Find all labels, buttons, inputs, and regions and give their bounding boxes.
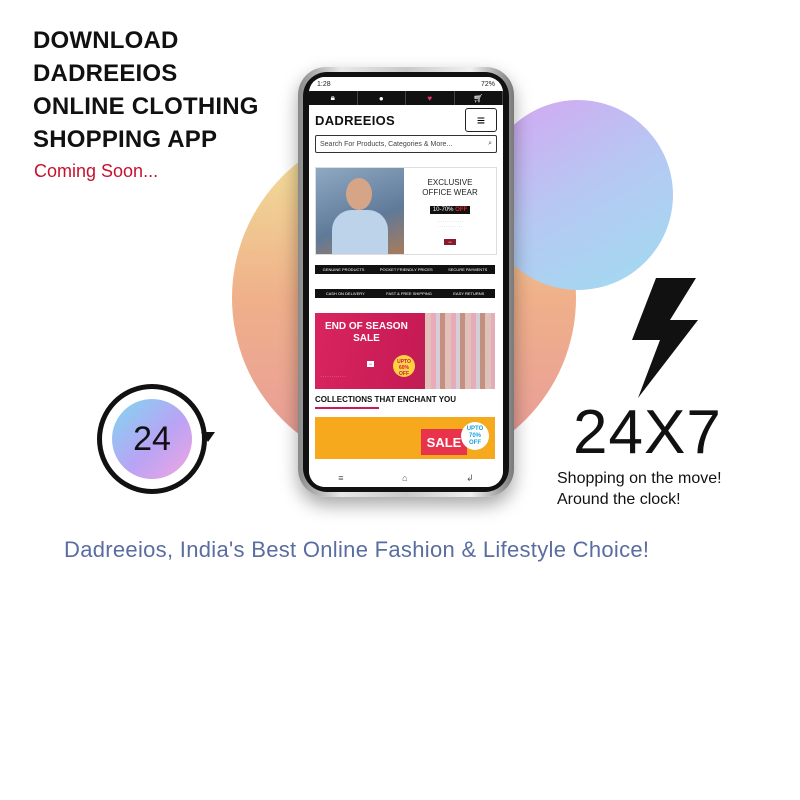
model-image bbox=[316, 168, 404, 254]
features-strip-1: GENUINE PRODUCTS POCKET FRIENDLY PRICES … bbox=[315, 265, 495, 274]
top-icon-bar: 🔒︎ ● ♥ 🛒︎ bbox=[309, 91, 503, 105]
headline-line: DADREEIOS bbox=[33, 60, 178, 87]
sale-banner[interactable]: SALE UPTO 70% OFF bbox=[315, 417, 495, 459]
badge-number: 24 bbox=[112, 399, 192, 479]
feature-label: SECURE PAYMENTS bbox=[448, 267, 488, 272]
headline-line: ONLINE CLOTHING bbox=[33, 93, 259, 120]
24x7-text: 24X7 bbox=[573, 398, 722, 467]
menu-icon[interactable]: ≡ bbox=[465, 108, 497, 132]
home-icon[interactable]: ⌂ bbox=[402, 473, 407, 483]
search-icon[interactable]: ⌕ bbox=[488, 140, 492, 148]
tagline: Dadreeios, India's Best Online Fashion &… bbox=[64, 537, 650, 562]
banner-title-line: OFFICE WEAR bbox=[422, 188, 478, 197]
coming-soon-text: Coming Soon... bbox=[34, 161, 159, 181]
promo-line: Shopping on the move! bbox=[557, 470, 722, 487]
banner-title-line: EXCLUSIVE bbox=[427, 178, 473, 187]
feature-label: EASY RETURNS bbox=[453, 291, 485, 296]
offer-badge: 10-70% OFF bbox=[429, 206, 471, 214]
phone-mockup: 1:28 72% 🔒︎ ● ♥ 🛒︎ DADREEIOS ≡ Search Fo… bbox=[298, 67, 514, 497]
user-icon[interactable]: ● bbox=[358, 91, 406, 105]
discount-badge: UPTO 60% OFF bbox=[393, 355, 415, 377]
office-wear-banner[interactable]: EXCLUSIVE OFFICE WEAR 10-70% OFF · · · ·… bbox=[315, 167, 497, 255]
brand-logo[interactable]: DADREEIOS bbox=[315, 113, 395, 128]
24-hours-badge: 24 bbox=[97, 384, 215, 502]
feature-label: CASH ON DELIVERY bbox=[325, 291, 365, 296]
headline: DOWNLOAD DADREEIOS ONLINE CLOTHING SHOPP… bbox=[33, 24, 259, 156]
headline-line: SHOPPING APP bbox=[33, 126, 218, 153]
status-battery: 72% bbox=[480, 80, 495, 88]
fine-print: · · · · · · · · · · · · bbox=[321, 375, 346, 379]
fine-print: · · · · · · · · · · · · · · · · · · · · ·… bbox=[436, 220, 464, 229]
end-of-season-banner[interactable]: END OF SEASON SALE ••• UPTO 60% OFF · · … bbox=[315, 313, 495, 389]
back-icon[interactable]: ↲ bbox=[466, 473, 474, 484]
shop-now-button[interactable]: ••• bbox=[444, 239, 456, 245]
feature-label: GENUINE PRODUCTS bbox=[322, 267, 365, 272]
feature-label: FAST & FREE SHIPPING bbox=[386, 291, 432, 296]
features-strip-2: CASH ON DELIVERY FAST & FREE SHIPPING EA… bbox=[315, 289, 495, 298]
clothes-rack-image bbox=[425, 313, 495, 389]
clock-arrow-icon bbox=[201, 432, 215, 442]
status-time: 1:28 bbox=[317, 80, 331, 88]
heading-underline bbox=[315, 407, 379, 409]
headline-line: DOWNLOAD bbox=[33, 27, 179, 54]
office-wear-text: EXCLUSIVE OFFICE WEAR 10-70% OFF · · · ·… bbox=[404, 168, 496, 254]
recent-apps-icon[interactable]: ≡ bbox=[338, 473, 343, 483]
promo-line: Around the clock! bbox=[557, 491, 681, 508]
cart-icon[interactable]: 🛒︎ bbox=[455, 91, 503, 105]
app-header: DADREEIOS ≡ bbox=[309, 105, 503, 135]
heart-icon[interactable]: ♥ bbox=[406, 91, 455, 105]
search-input[interactable]: Search For Products, Categories & More..… bbox=[315, 135, 497, 153]
search-placeholder: Search For Products, Categories & More..… bbox=[320, 140, 453, 148]
sale-title: END OF SEASON SALE bbox=[325, 321, 408, 344]
lock-icon[interactable]: 🔒︎ bbox=[309, 91, 358, 105]
bolt-icon bbox=[632, 278, 698, 398]
status-bar: 1:28 72% bbox=[309, 77, 503, 91]
feature-label: POCKET FRIENDLY PRICES bbox=[379, 267, 433, 272]
collections-heading: COLLECTIONS THAT ENCHANT YOU bbox=[315, 395, 457, 404]
phone-screen: 1:28 72% 🔒︎ ● ♥ 🛒︎ DADREEIOS ≡ Search Fo… bbox=[309, 77, 503, 487]
shop-now-button[interactable]: ••• bbox=[367, 361, 375, 367]
android-nav-bar: ≡ ⌂ ↲ bbox=[309, 469, 503, 487]
discount-badge: UPTO 70% OFF bbox=[461, 422, 489, 450]
